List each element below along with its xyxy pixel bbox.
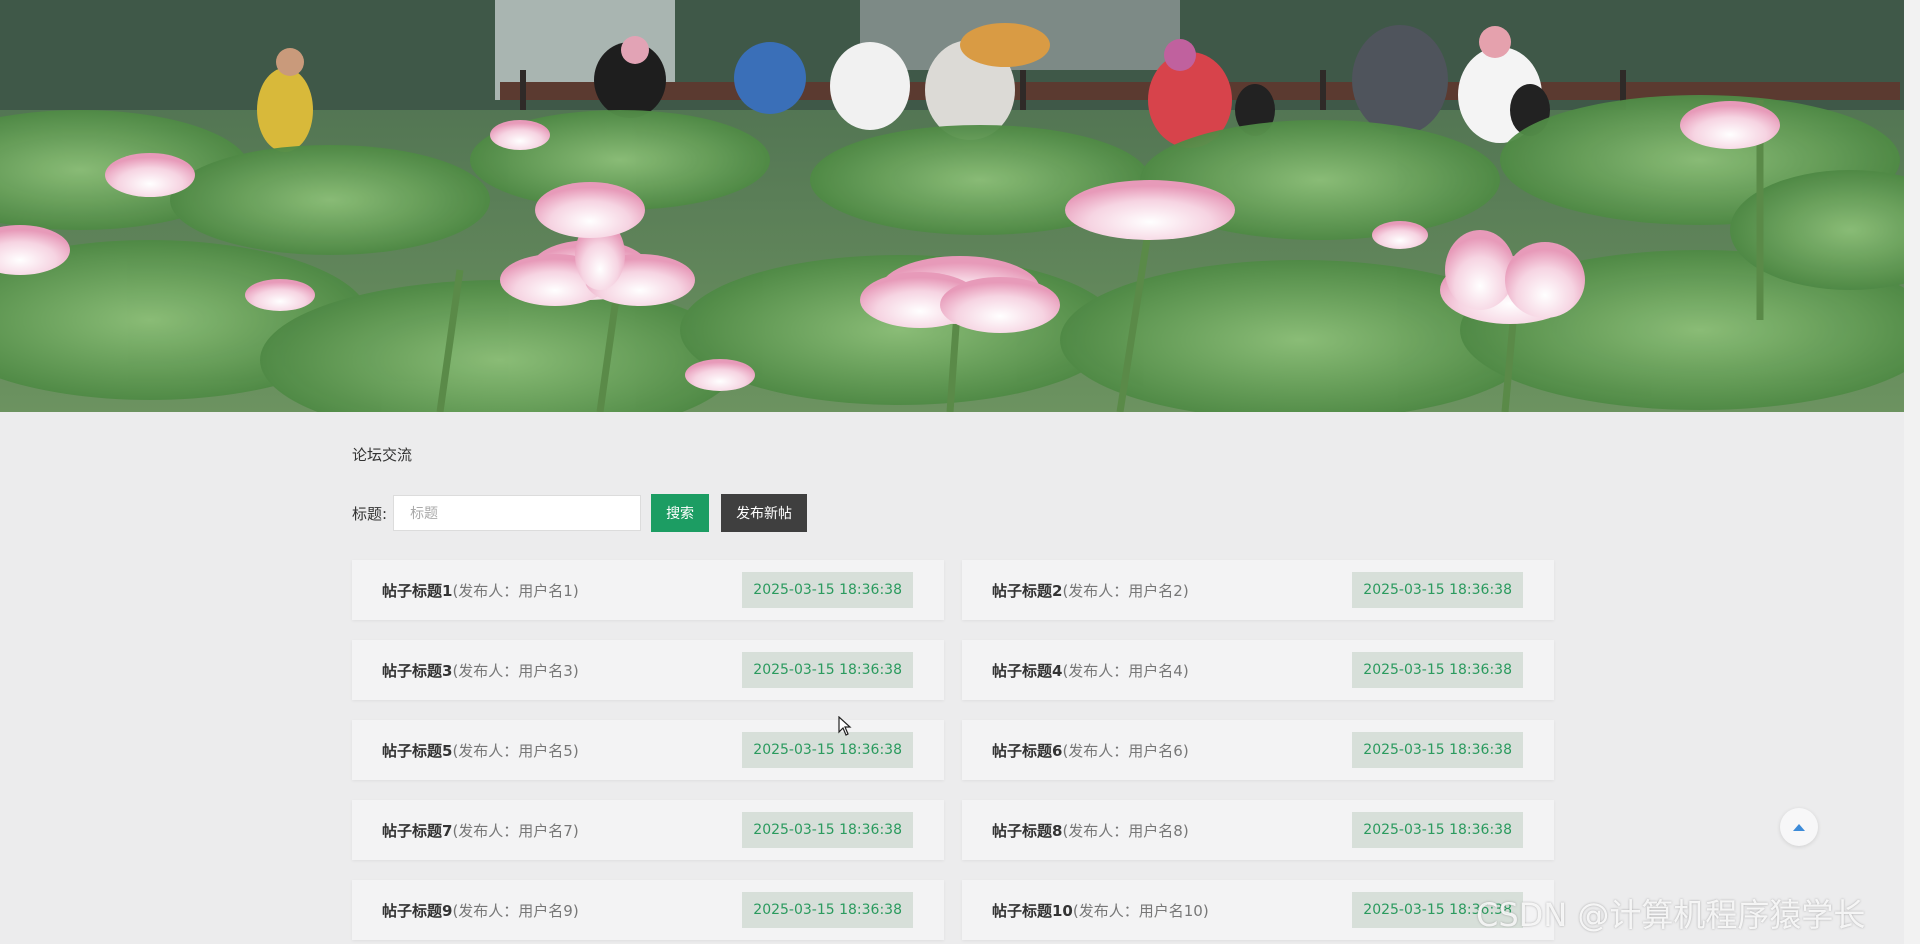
post-list: 帖子标题1 (发布人：用户名1) 2025-03-15 18:36:38 帖子标题… [352,560,1554,940]
post-date: 2025-03-15 18:36:38 [1352,812,1523,848]
post-date: 2025-03-15 18:36:38 [1352,652,1523,688]
post-title: 帖子标题4 [992,661,1063,680]
post-author: (发布人：用户名6) [1062,741,1189,760]
post-title: 帖子标题9 [382,901,453,920]
post-author: (发布人：用户名7) [452,821,579,840]
post-date: 2025-03-15 18:36:38 [742,732,913,768]
post-author: (发布人：用户名4) [1062,661,1189,680]
post-author: (发布人：用户名9) [452,901,579,920]
post-title: 帖子标题8 [992,821,1063,840]
search-button[interactable]: 搜索 [651,494,710,532]
post-item[interactable]: 帖子标题9 (发布人：用户名9) 2025-03-15 18:36:38 [352,880,944,940]
post-item[interactable]: 帖子标题10 (发布人：用户名10) 2025-03-15 18:36:38 [962,880,1554,940]
post-date: 2025-03-15 18:36:38 [742,652,913,688]
chevron-up-icon [1793,823,1805,831]
post-date: 2025-03-15 18:36:38 [742,572,913,608]
post-item[interactable]: 帖子标题5 (发布人：用户名5) 2025-03-15 18:36:38 [352,720,944,780]
new-post-button[interactable]: 发布新帖 [721,494,808,532]
post-author: (发布人：用户名5) [452,741,579,760]
post-title: 帖子标题5 [382,741,453,760]
post-author: (发布人：用户名3) [452,661,579,680]
lotus-pond-photo [0,0,1904,412]
post-item[interactable]: 帖子标题7 (发布人：用户名7) 2025-03-15 18:36:38 [352,800,944,860]
back-to-top-button[interactable] [1780,808,1818,846]
post-item[interactable]: 帖子标题2 (发布人：用户名2) 2025-03-15 18:36:38 [962,560,1554,620]
watermark-text: CSDN @计算机程序猿学长 [1476,896,1866,934]
post-item[interactable]: 帖子标题6 (发布人：用户名6) 2025-03-15 18:36:38 [962,720,1554,780]
post-item[interactable]: 帖子标题8 (发布人：用户名8) 2025-03-15 18:36:38 [962,800,1554,860]
post-item[interactable]: 帖子标题4 (发布人：用户名4) 2025-03-15 18:36:38 [962,640,1554,700]
post-title: 帖子标题7 [382,821,453,840]
post-title: 帖子标题3 [382,661,453,680]
post-author: (发布人：用户名8) [1062,821,1189,840]
search-bar: 标题: 搜索 发布新帖 [352,493,808,533]
search-label: 标题: [352,504,388,523]
scrollbar-track[interactable] [1904,0,1920,944]
post-date: 2025-03-15 18:36:38 [1352,732,1523,768]
post-date: 2025-03-15 18:36:38 [742,892,913,928]
search-input[interactable] [393,495,642,531]
section-title: 论坛交流 [352,446,413,464]
post-date: 2025-03-15 18:36:38 [742,812,913,848]
banner-image [0,0,1904,412]
mouse-cursor-icon [838,716,852,736]
post-title: 帖子标题1 [382,581,453,600]
post-author: (发布人：用户名2) [1062,581,1189,600]
post-author: (发布人：用户名1) [452,581,579,600]
post-date: 2025-03-15 18:36:38 [1352,572,1523,608]
post-item[interactable]: 帖子标题3 (发布人：用户名3) 2025-03-15 18:36:38 [352,640,944,700]
post-author: (发布人：用户名10) [1072,901,1209,920]
post-title: 帖子标题10 [992,901,1073,920]
post-title: 帖子标题2 [992,581,1063,600]
post-item[interactable]: 帖子标题1 (发布人：用户名1) 2025-03-15 18:36:38 [352,560,944,620]
post-title: 帖子标题6 [992,741,1063,760]
